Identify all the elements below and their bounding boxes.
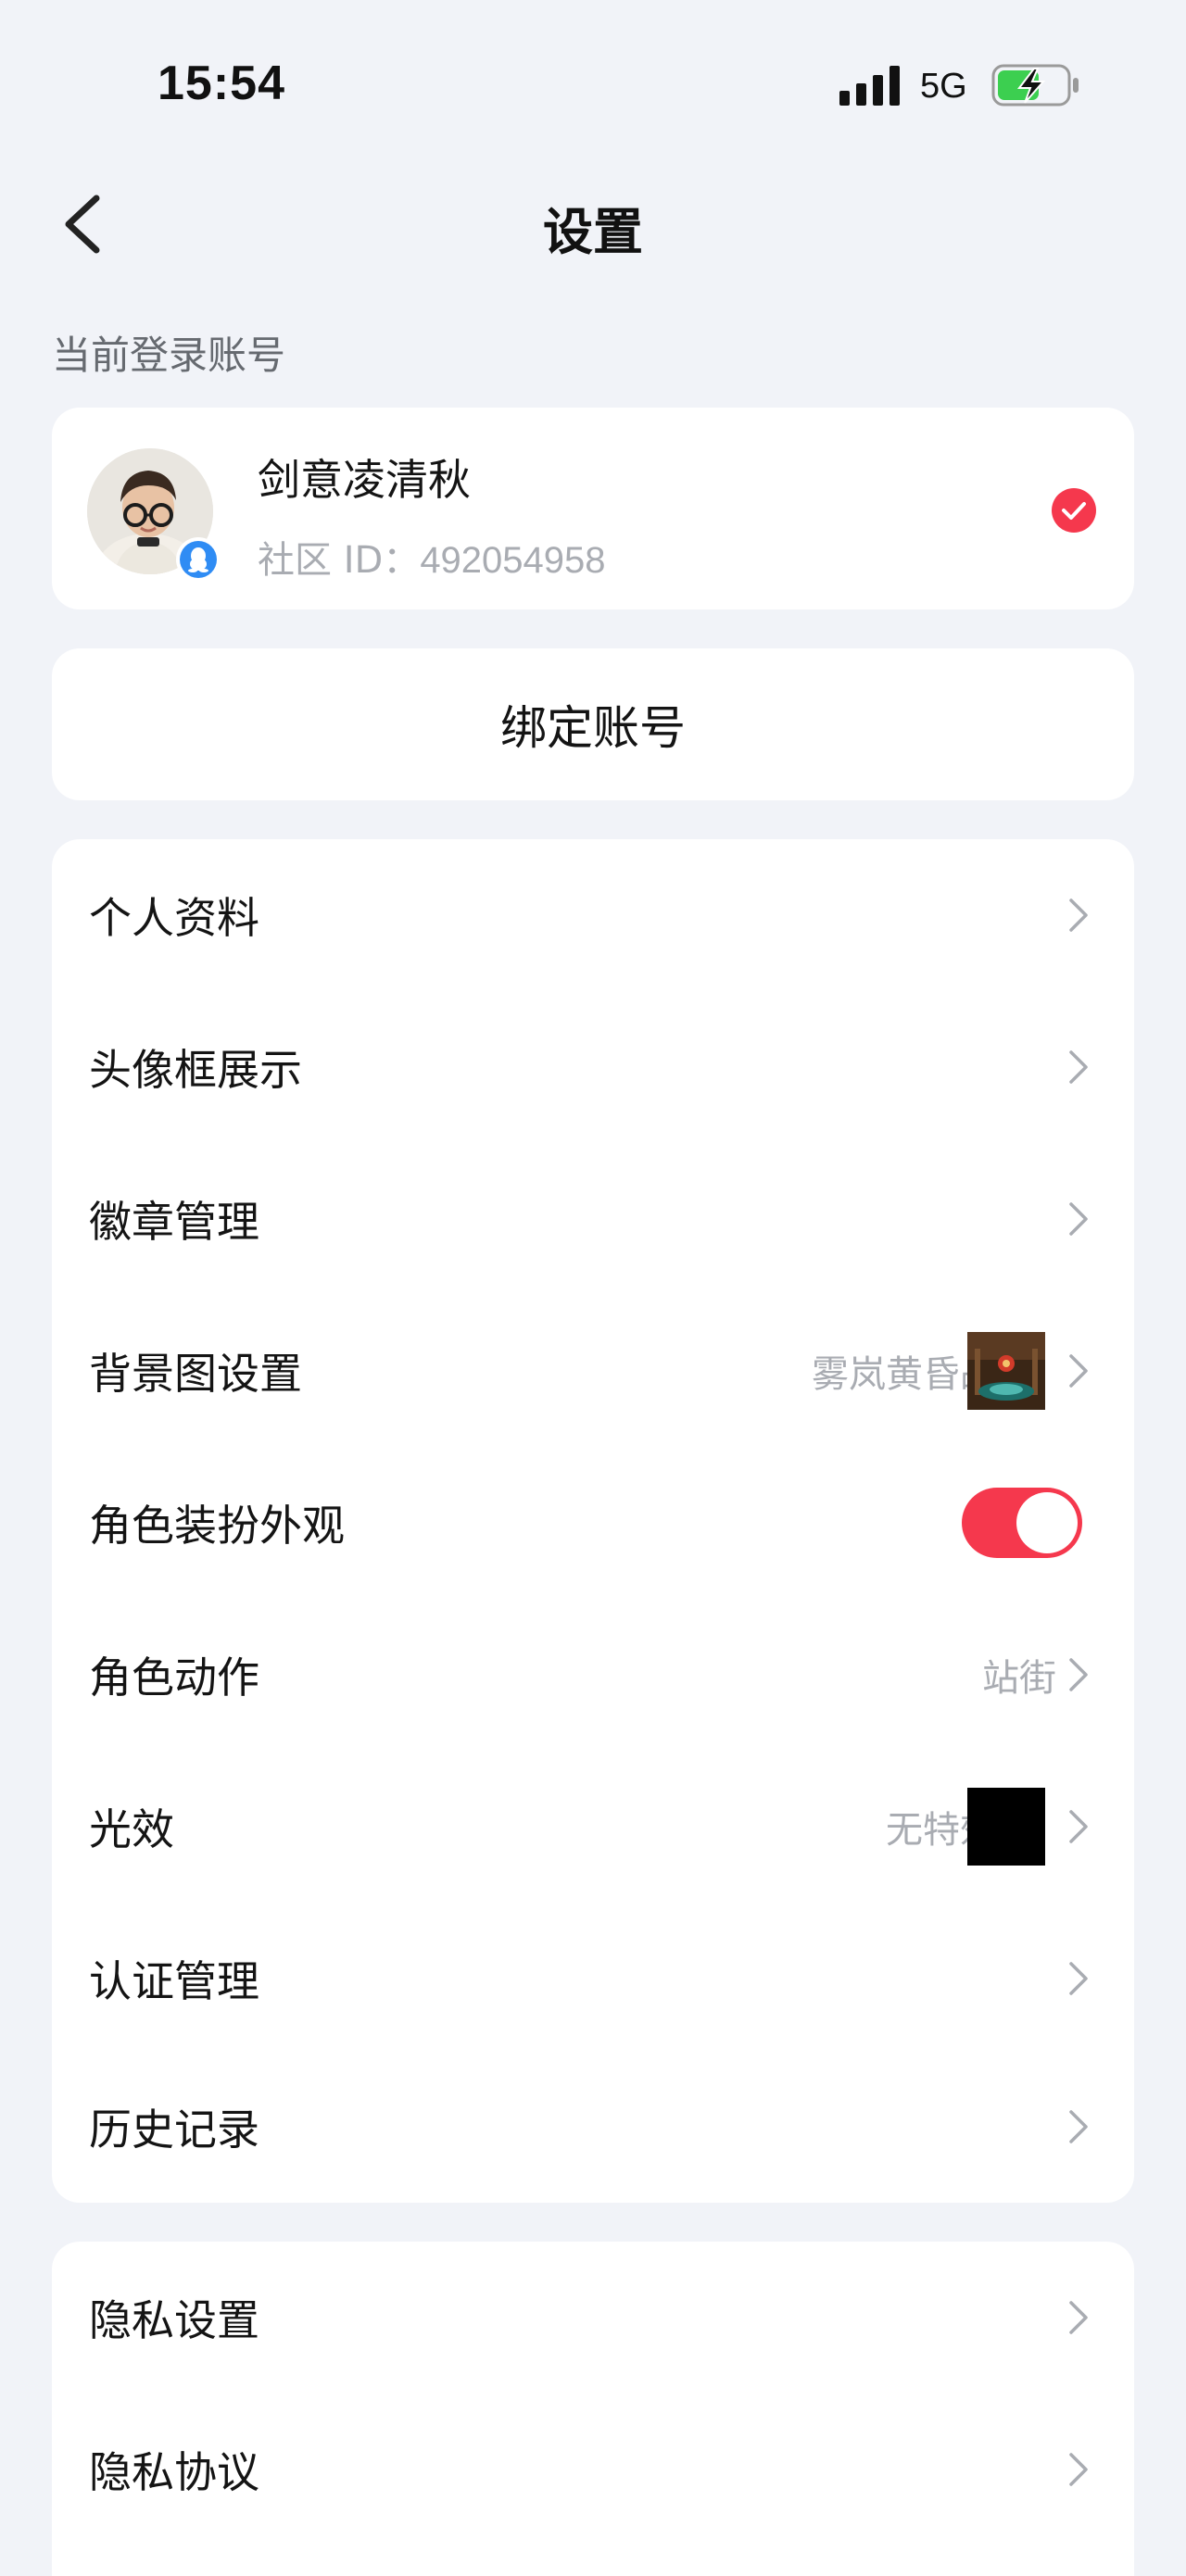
row-profile[interactable]: 个人资料	[52, 839, 1134, 991]
chevron-right-icon	[1069, 1962, 1088, 1995]
settings-page: 15:54 5G 设置 当前登录账号 剑意凌清秋 社区 ID：492054958…	[0, 0, 1186, 2576]
background-thumbnail	[967, 1332, 1045, 1410]
chevron-right-icon	[1069, 1810, 1088, 1843]
account-id-value: 492054958	[420, 540, 606, 581]
status-time: 15:54	[158, 57, 285, 110]
row-label: 头像框展示	[89, 1045, 302, 1095]
row-label: 背景图设置	[89, 1349, 302, 1399]
qq-icon	[176, 537, 221, 582]
chevron-right-icon	[1069, 1202, 1088, 1236]
row-label: 个人资料	[89, 893, 259, 943]
signal-icon	[839, 66, 900, 106]
check-circle-icon	[1052, 488, 1096, 533]
page-title: 设置	[543, 203, 643, 261]
row-privacy-settings[interactable]: 隐私设置	[52, 2242, 1134, 2394]
row-light-effect[interactable]: 光效 无特效	[52, 1751, 1134, 1903]
row-label: 历史记录	[89, 2105, 259, 2155]
chevron-right-icon	[1069, 2453, 1088, 2486]
row-label: 光效	[89, 1804, 174, 1854]
row-label: 徽章管理	[89, 1197, 259, 1247]
row-value: 站街	[982, 1657, 1056, 1700]
chevron-right-icon	[1069, 1658, 1088, 1691]
chevron-right-icon	[1069, 1050, 1088, 1084]
row-background-image[interactable]: 背景图设置 雾岚黄昏战	[52, 1295, 1134, 1447]
account-card[interactable]: 剑意凌清秋 社区 ID：492054958	[52, 408, 1134, 609]
effect-thumbnail	[967, 1788, 1045, 1866]
row-role-action[interactable]: 角色动作 站街	[52, 1599, 1134, 1751]
privacy-list: 隐私设置 隐私协议	[52, 2242, 1134, 2576]
chevron-right-icon	[1069, 898, 1088, 932]
account-name: 剑意凌清秋	[258, 455, 471, 505]
row-history[interactable]: 历史记录	[52, 2051, 1134, 2203]
status-bar: 15:54 5G	[0, 0, 1186, 148]
row-badge-management[interactable]: 徽章管理	[52, 1143, 1134, 1295]
row-label: 角色动作	[89, 1652, 259, 1703]
account-id-label: 社区 ID：	[258, 539, 421, 582]
account-id: 社区 ID：492054958	[258, 530, 606, 584]
current-account-label: 当前登录账号	[52, 333, 286, 378]
avatar	[87, 448, 221, 582]
row-label: 隐私设置	[89, 2295, 259, 2345]
row-avatar-frame[interactable]: 头像框展示	[52, 991, 1134, 1143]
toggle-knob	[1016, 1492, 1078, 1553]
bind-account-button[interactable]: 绑定账号	[52, 648, 1134, 800]
chevron-right-icon	[1069, 2110, 1088, 2143]
row-role-outfit: 角色装扮外观	[52, 1447, 1134, 1599]
chevron-right-icon	[1069, 2301, 1088, 2334]
row-privacy-agreement[interactable]: 隐私协议	[52, 2394, 1134, 2545]
row-label: 角色装扮外观	[89, 1501, 345, 1551]
row-verification[interactable]: 认证管理	[52, 1903, 1134, 2055]
row-label: 隐私协议	[89, 2447, 259, 2497]
row-label: 认证管理	[89, 1956, 259, 2006]
battery-charging-icon	[991, 64, 1079, 107]
role-outfit-toggle[interactable]	[962, 1488, 1082, 1558]
settings-list: 个人资料 头像框展示 徽章管理 背景图设置 雾岚黄昏战 角色装扮外观 角色动作 …	[52, 839, 1134, 2203]
network-type: 5G	[920, 67, 967, 106]
chevron-right-icon	[1069, 1354, 1088, 1388]
